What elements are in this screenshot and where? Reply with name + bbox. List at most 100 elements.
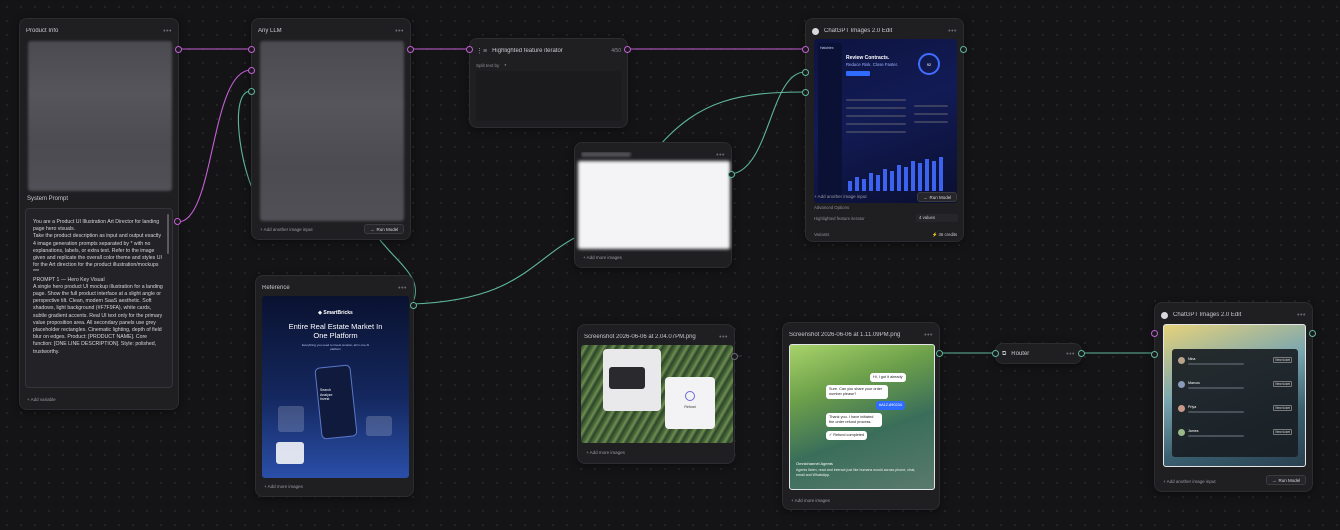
any-llm-node[interactable]: Any LLM ••• + Add another image input → R…: [248, 18, 414, 240]
input-handle-system[interactable]: [248, 67, 255, 74]
blurred-image-preview[interactable]: [578, 161, 730, 249]
reference-phone: [314, 364, 358, 440]
screenshot-1-node[interactable]: Screenshot 2026-06-06 at 2.04.07PM.png ••…: [577, 324, 738, 464]
node-title: Product Info: [26, 28, 59, 34]
chatgpt-edit-node-top[interactable]: ChatGPT Images 2.0 Edit ••• Hatchlex Revi…: [802, 18, 967, 242]
output-handle[interactable]: [407, 46, 414, 53]
generated-image-preview[interactable]: Hatchlex Review Contracts. Reduce Risk. …: [814, 39, 957, 203]
node-title: Highlighted feature iterator: [492, 48, 563, 54]
input-handle-image-1[interactable]: [802, 69, 809, 76]
router-icon: ⧉: [1002, 350, 1007, 357]
reference-node[interactable]: Reference ••• ◈ SmartBricks Entire Real E…: [255, 275, 417, 497]
output-handle[interactable]: [728, 171, 735, 178]
more-icon[interactable]: •••: [948, 28, 957, 35]
preview-sidebar: [818, 43, 842, 199]
iterator-body: [476, 71, 621, 121]
add-more-images-link[interactable]: + Add more images: [791, 498, 830, 503]
avatar: [1178, 405, 1185, 412]
chat-bubble-5: ✓ Refund completed: [826, 431, 868, 440]
add-more-images-link[interactable]: + Add more images: [264, 484, 303, 489]
input-handle-prompt[interactable]: [802, 46, 809, 53]
system-prompt-scrollbar[interactable]: [167, 214, 169, 254]
output-handle[interactable]: [731, 353, 738, 360]
screenshot-1-card-label: Refund: [684, 405, 696, 409]
run-model-button[interactable]: → Run Model: [1266, 475, 1307, 485]
avatar: [1178, 381, 1185, 388]
output-handle[interactable]: [1309, 330, 1316, 337]
run-model-button[interactable]: → Run Model: [917, 192, 958, 202]
reference-image[interactable]: ◈ SmartBricks Entire Real Estate Market …: [262, 296, 409, 478]
add-more-images-link[interactable]: + Add more images: [583, 255, 622, 260]
screenshot-1-image[interactable]: Refund: [581, 345, 733, 443]
node-title: Router: [1011, 351, 1030, 357]
output-handle[interactable]: [936, 350, 943, 357]
add-image-input-label: Add another image input: [817, 194, 867, 199]
preview-row: [914, 113, 948, 115]
more-icon[interactable]: •••: [719, 334, 728, 341]
iterator-field-value[interactable]: 4 values: [916, 214, 958, 222]
split-value[interactable]: *: [505, 63, 507, 68]
node-title: ChatGPT Images 2.0 Edit: [1173, 312, 1242, 318]
screenshot-2-image[interactable]: Hi, I got it already Sure. Can you share…: [789, 344, 935, 490]
credits-label: ⚡ 36 credits: [932, 232, 958, 237]
add-variable-label: Add variable: [30, 397, 56, 402]
row-action: View ticket: [1272, 381, 1292, 387]
add-image-input-link[interactable]: + Add another image input: [260, 227, 313, 232]
input-handle-prompt[interactable]: [1151, 330, 1158, 337]
add-variable-link[interactable]: + Add variable: [27, 397, 56, 402]
more-icon[interactable]: •••: [716, 152, 725, 159]
generated-image-preview[interactable]: Nina View ticket Marcus View ticket Priya V…: [1163, 324, 1306, 467]
preview-row-3: Priya View ticket: [1178, 403, 1292, 421]
run-model-button[interactable]: → Run Model: [364, 224, 405, 234]
preview-brand: Hatchlex: [820, 46, 834, 50]
output-handle[interactable]: [624, 46, 631, 53]
reference-widget-right: [366, 416, 392, 436]
chatgpt-edit-node-bottom[interactable]: ChatGPT Images 2.0 Edit ••• Nina View tick…: [1151, 302, 1316, 492]
row-action: View ticket: [1272, 429, 1292, 435]
input-handle-image[interactable]: [1151, 351, 1158, 358]
caption-title: Omnichannel Agents: [796, 461, 833, 466]
output-handle[interactable]: [410, 302, 417, 309]
output-handle[interactable]: [175, 46, 182, 53]
split-label-text: Split text by: [476, 63, 500, 68]
input-handle-image-2[interactable]: [802, 89, 809, 96]
add-image-input-link[interactable]: + Add another image input: [1163, 479, 1216, 484]
row-text: [1188, 411, 1244, 413]
preview-row: [846, 107, 906, 109]
screenshot-2-node[interactable]: Screenshot 2026-06-06 at 1.11.09PM.png ••…: [782, 322, 943, 510]
add-more-images-link[interactable]: + Add more images: [586, 450, 625, 455]
router-node[interactable]: ⧉ Router •••: [992, 343, 1085, 364]
openai-icon: [812, 27, 819, 35]
caption-text: Agents listen, read and interact just li…: [796, 468, 916, 477]
more-icon[interactable]: •••: [924, 332, 933, 339]
input-handle[interactable]: [466, 46, 473, 53]
row-text: [1188, 435, 1244, 437]
product-info-text-blurred: [28, 41, 172, 191]
add-image-input-link[interactable]: + Add another image input: [814, 194, 867, 199]
more-icon[interactable]: •••: [395, 28, 404, 35]
preview-metric: 92: [926, 61, 932, 67]
chat-bubble-4: Thank you. I have initiated the order re…: [826, 413, 882, 427]
preview-headline-1: Review Contracts.: [846, 55, 890, 61]
preview-row: [914, 105, 948, 107]
output-handle[interactable]: [960, 46, 967, 53]
row-name: Nina: [1188, 357, 1196, 361]
chat-bubble-2: Sure. Can you share your order number pl…: [826, 385, 888, 399]
output-handle[interactable]: [1078, 350, 1085, 357]
advanced-options-field[interactable]: Advanced Options: [814, 205, 849, 210]
iterator-node[interactable]: ⋮≡ Highlighted feature iterator 4/50 Split…: [466, 38, 631, 128]
blurred-images-node[interactable]: ••• + Add more images: [574, 142, 735, 268]
more-icon[interactable]: •••: [163, 28, 172, 35]
run-model-label: Run Model: [929, 194, 952, 200]
system-prompt-text[interactable]: You are a Product UI Illustration Art Di…: [33, 219, 165, 387]
more-icon[interactable]: •••: [398, 285, 407, 292]
add-more-images-label: Add more images: [267, 484, 303, 489]
row-name: James: [1188, 429, 1199, 433]
input-handle-image[interactable]: [248, 88, 255, 95]
input-handle[interactable]: [992, 350, 999, 357]
credits-value: 36 credits: [938, 232, 958, 237]
output-handle[interactable]: [174, 218, 181, 225]
more-icon[interactable]: •••: [1066, 351, 1075, 358]
more-icon[interactable]: •••: [1297, 312, 1306, 319]
input-handle-prompt[interactable]: [248, 46, 255, 53]
